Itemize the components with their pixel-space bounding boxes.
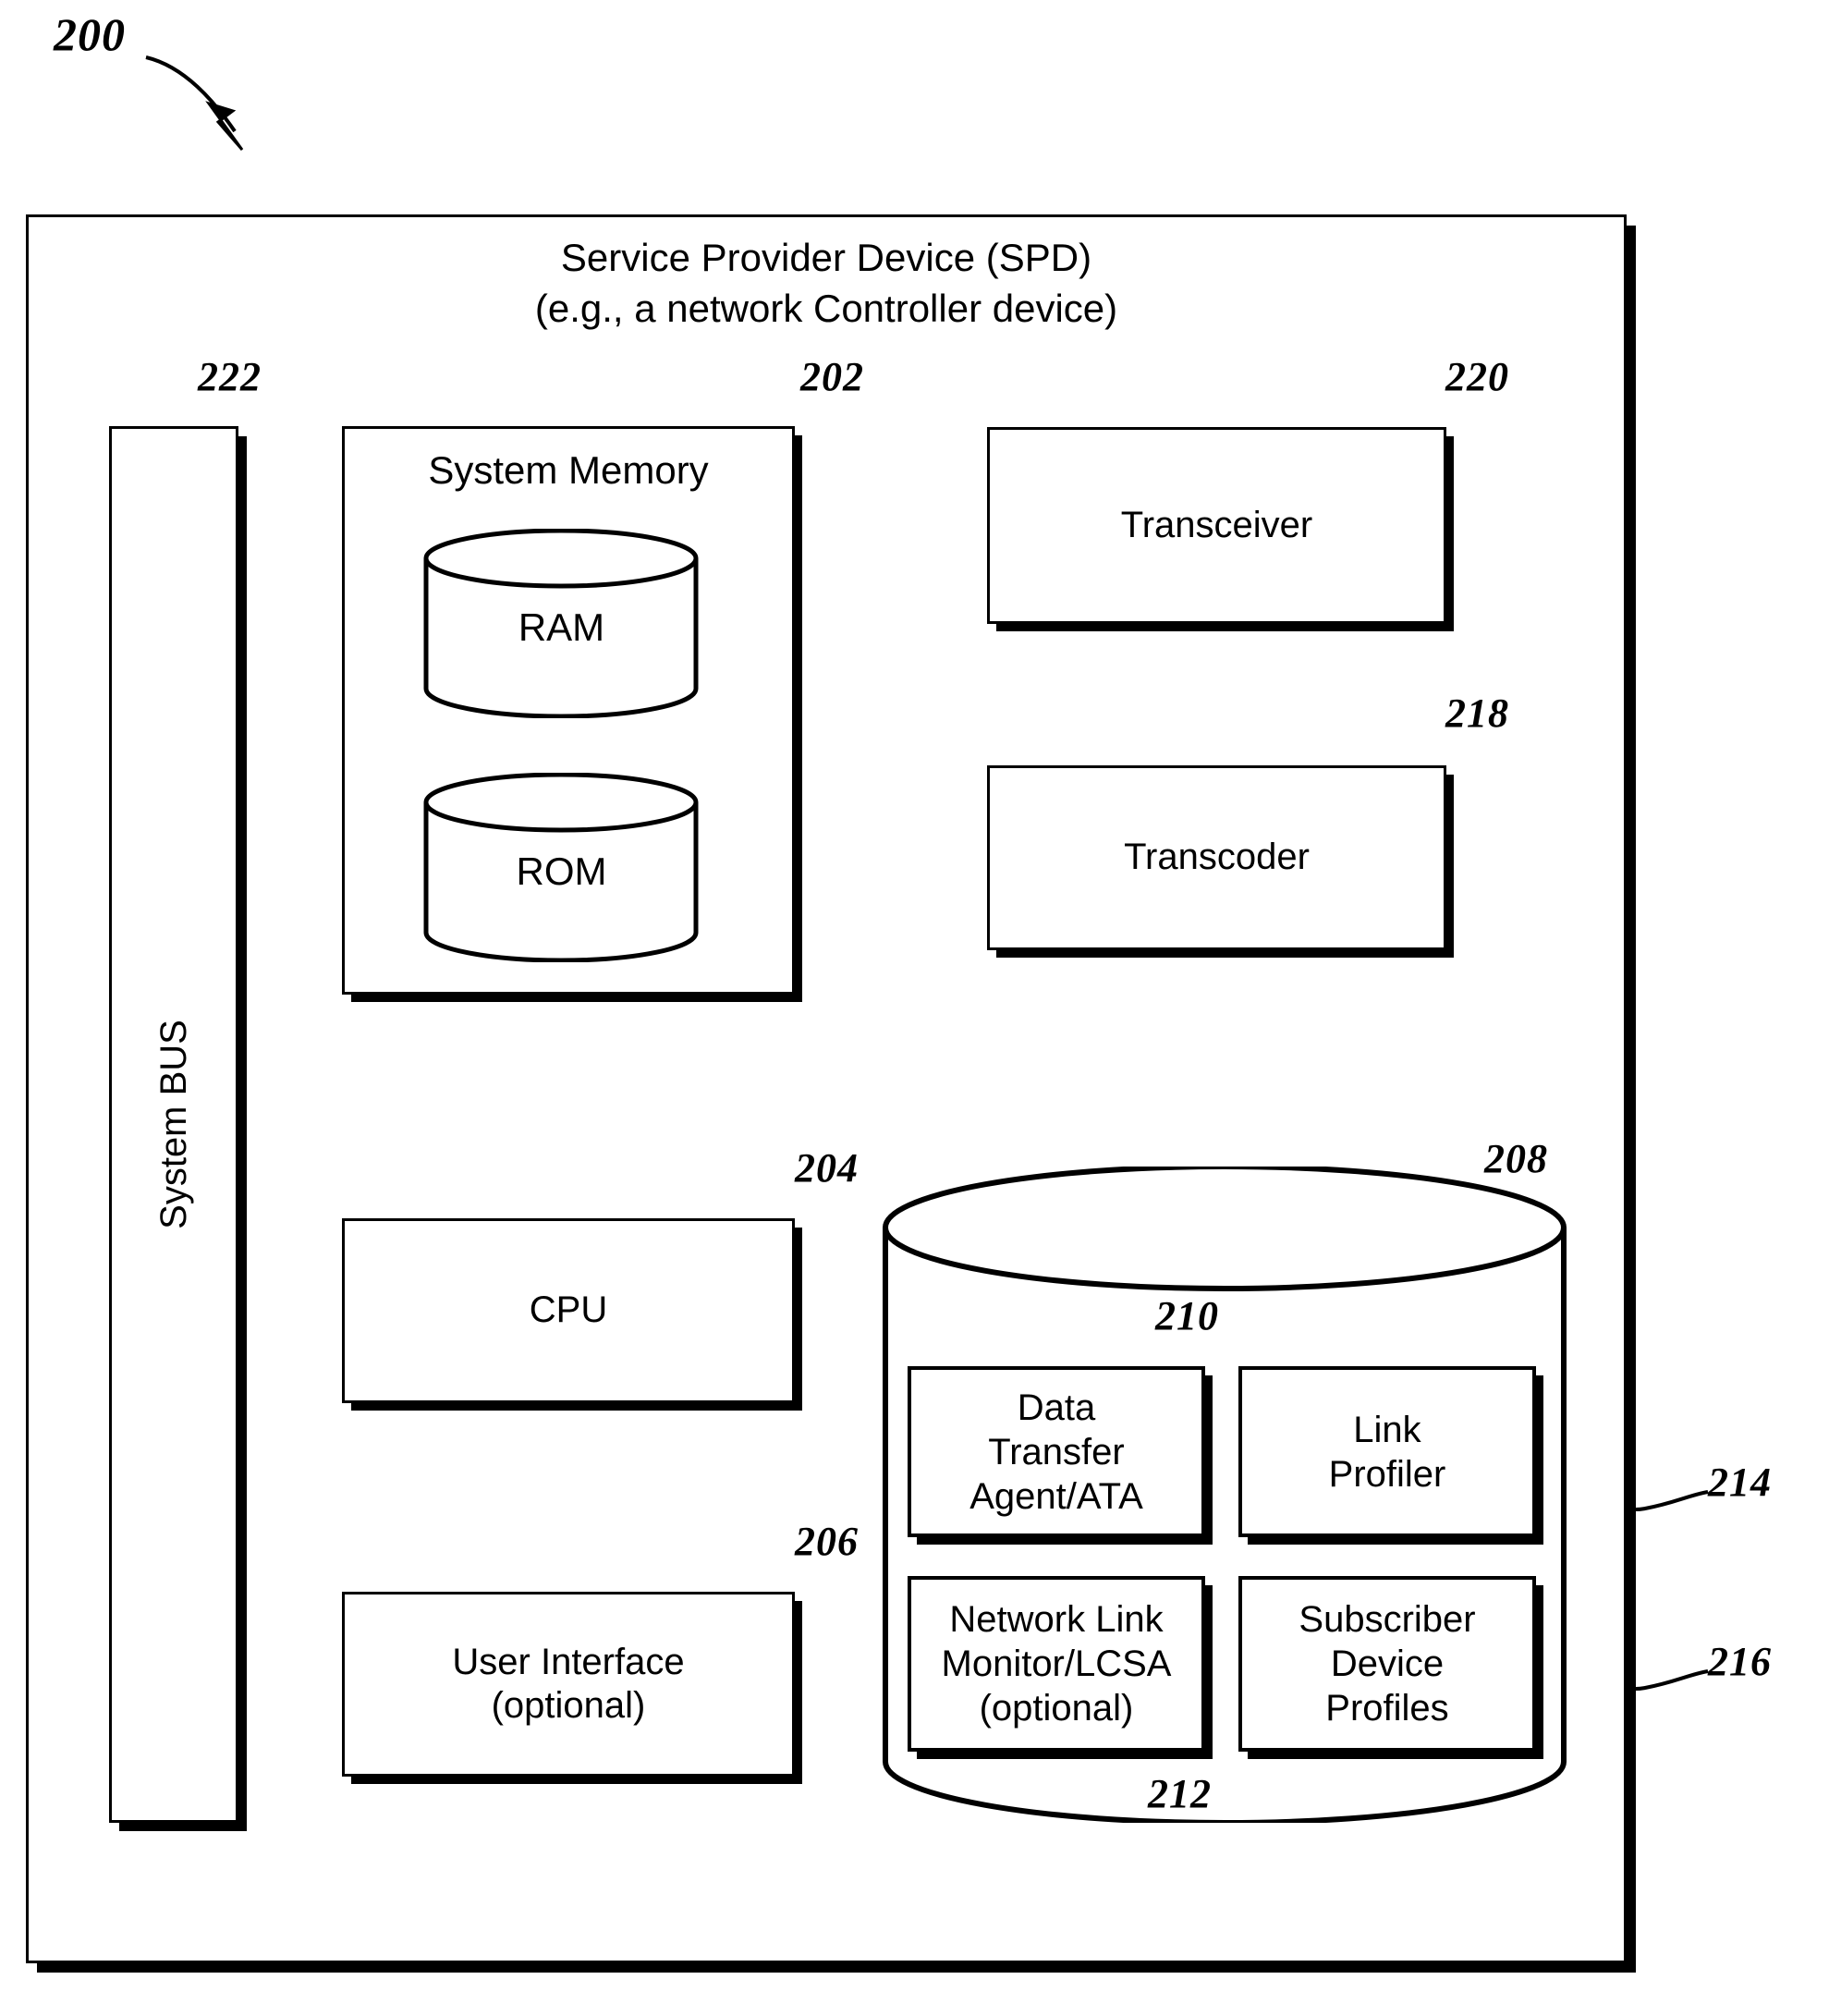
- db-item-label: Subscriber Device Profiles: [1299, 1599, 1476, 1729]
- system-bus-label-wrap: System BUS: [109, 426, 238, 1823]
- system-bus-label: System BUS: [152, 1020, 194, 1229]
- ref-220: 220: [1445, 354, 1509, 399]
- transceiver-box: Transceiver: [987, 427, 1446, 624]
- db-item-data-transfer-agent: Data Transfer Agent/ATA: [908, 1366, 1205, 1537]
- ref-202: 202: [800, 354, 864, 399]
- db-item-link-profiler: Link Profiler: [1238, 1366, 1536, 1537]
- db-item-label: Data Transfer Agent/ATA: [969, 1387, 1143, 1517]
- ref-218: 218: [1445, 690, 1509, 736]
- ref-208: 208: [1484, 1136, 1548, 1181]
- ref-204: 204: [795, 1145, 859, 1191]
- transcoder-label: Transcoder: [1124, 837, 1310, 878]
- system-memory-label: System Memory: [428, 448, 709, 492]
- spd-title: Service Provider Device (SPD) (e.g., a n…: [534, 236, 1118, 330]
- ref-222: 222: [198, 354, 262, 399]
- db-item-label: Link Profiler: [1328, 1409, 1446, 1495]
- transceiver-label: Transceiver: [1120, 504, 1313, 545]
- cpu-label: CPU: [529, 1289, 608, 1331]
- rom-label: ROM: [516, 849, 607, 893]
- ref-206: 206: [795, 1519, 859, 1564]
- ref-214: 214: [1708, 1460, 1772, 1505]
- arrowhead-200: [205, 101, 244, 151]
- ref-216: 216: [1708, 1639, 1772, 1684]
- figure-number: 200: [54, 8, 126, 60]
- user-interface-box: User Interface (optional): [342, 1592, 795, 1777]
- cpu-box: CPU: [342, 1218, 795, 1403]
- patent-figure: 200 Service Provider Device (SPD) (e.g.,…: [0, 0, 1829, 2016]
- ram-label: RAM: [518, 605, 605, 649]
- leader-200: [145, 55, 237, 133]
- db-item-network-link-monitor: Network Link Monitor/LCSA (optional): [908, 1576, 1205, 1752]
- user-interface-label: User Interface (optional): [452, 1641, 685, 1726]
- db-item-label: Network Link Monitor/LCSA (optional): [941, 1599, 1172, 1729]
- transcoder-box: Transcoder: [987, 765, 1446, 950]
- ref-210: 210: [1155, 1293, 1219, 1338]
- ref-212: 212: [1148, 1771, 1212, 1816]
- db-item-subscriber-device-profiles: Subscriber Device Profiles: [1238, 1576, 1536, 1752]
